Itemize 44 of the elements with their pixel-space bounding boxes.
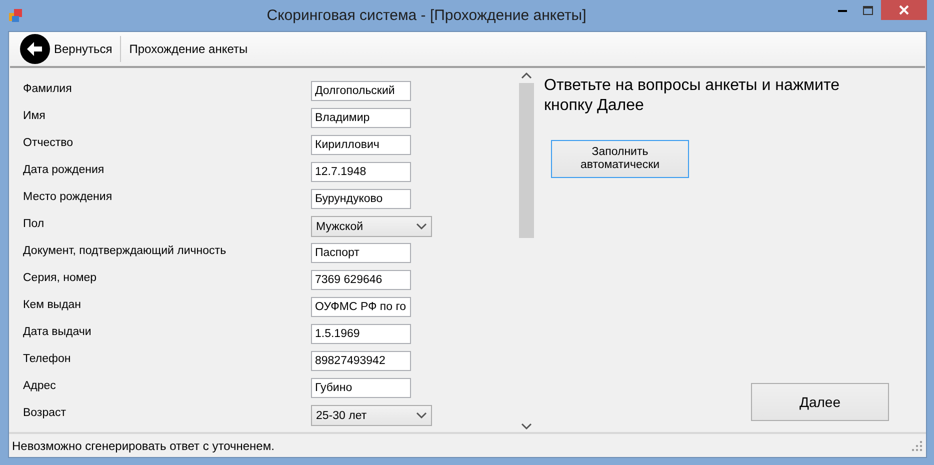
input-field[interactable]: Кириллович	[311, 135, 411, 155]
field-label: Телефон	[23, 352, 72, 365]
toolbar-caption: Прохождение анкеты	[128, 42, 248, 56]
field-label: Отчество	[23, 136, 74, 149]
field-label: Возраст	[23, 406, 68, 419]
input-field[interactable]: 89827493942	[311, 351, 411, 371]
input-field[interactable]: 1.5.1969	[311, 324, 411, 344]
window-title: Скоринговая система - [Прохождение анкеты]	[266, 7, 588, 24]
input-field[interactable]: Паспорт	[311, 243, 411, 263]
app-icon	[8, 8, 24, 24]
input-field[interactable]: ОУФМС РФ по го	[311, 297, 411, 317]
field-label: Дата выдачи	[23, 325, 92, 338]
field-label: Кем выдан	[23, 298, 82, 311]
field-label: Документ, подтверждающий личность	[23, 244, 228, 257]
field-label: Пол	[23, 217, 46, 230]
scroll-up-icon	[521, 72, 532, 79]
next-button[interactable]: Далее	[751, 383, 889, 421]
instructions-text: Ответьте на вопросы анкеты и нажмите кнопку Далее	[544, 76, 841, 116]
close-button[interactable]	[881, 0, 927, 20]
field-label: Дата рождения	[23, 163, 106, 176]
autofill-button[interactable]: Заполнить автоматически	[551, 140, 689, 178]
back-button[interactable]: Вернуться	[20, 33, 116, 65]
close-icon	[899, 5, 909, 15]
input-field[interactable]: 7369 629646	[311, 270, 411, 290]
maximize-icon	[863, 6, 873, 14]
minimize-icon	[838, 8, 846, 12]
field-label: Серия, номер	[23, 271, 98, 284]
dropdown[interactable]: Мужской	[311, 216, 432, 237]
input-field[interactable]: Губино	[311, 378, 411, 398]
input-field[interactable]: Долгопольский	[311, 81, 411, 101]
resize-grip-icon[interactable]	[912, 440, 922, 450]
field-label: Фамилия	[23, 82, 73, 95]
field-label: Место рождения	[23, 190, 114, 203]
field-label: Адрес	[23, 379, 57, 392]
chevron-down-icon	[416, 223, 427, 230]
dropdown[interactable]: 25-30 лет	[311, 405, 432, 426]
field-label: Имя	[23, 109, 46, 122]
input-field[interactable]: 12.7.1948	[311, 162, 411, 182]
input-field[interactable]: Бурундуково	[311, 189, 411, 209]
status-text: Невозможно сгенерировать ответ с уточненем.	[12, 438, 274, 452]
scrollbar-thumb[interactable]	[519, 83, 534, 238]
input-field[interactable]: Владимир	[311, 108, 411, 128]
scroll-down-icon	[521, 423, 532, 430]
chevron-down-icon	[416, 412, 427, 419]
